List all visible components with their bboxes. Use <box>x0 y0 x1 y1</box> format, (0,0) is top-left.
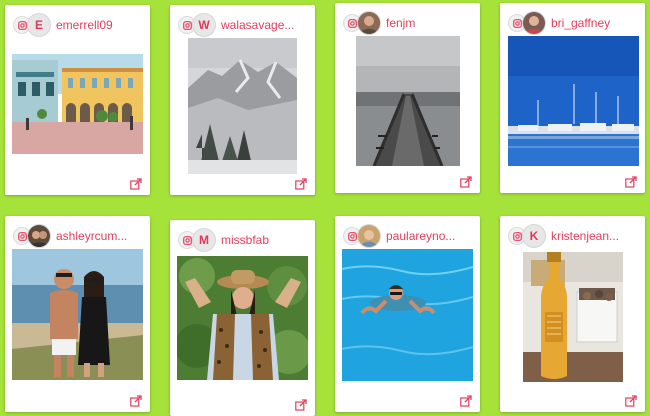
couple-on-beach-photo[interactable] <box>12 249 143 380</box>
username-link[interactable]: bri_gaffney <box>551 16 610 30</box>
username-link[interactable]: kristenjean... <box>551 229 619 243</box>
post-card[interactable]: ashleyrcum... <box>5 216 150 412</box>
avatar[interactable]: K <box>522 224 546 248</box>
username-link[interactable]: walasavage... <box>221 18 294 32</box>
avatar[interactable] <box>357 224 381 248</box>
username-link[interactable]: missbfab <box>221 233 269 247</box>
post-card[interactable]: bri_gaffney <box>500 3 645 193</box>
post-card[interactable]: E emerrell09 <box>5 5 150 195</box>
username-link[interactable]: emerrell09 <box>56 18 113 32</box>
card-header: fenjm <box>343 11 474 35</box>
share-icon[interactable] <box>295 398 307 411</box>
colorful-town-square-photo[interactable] <box>12 54 143 154</box>
bottle-and-boxes-photo[interactable] <box>523 252 623 382</box>
username-link[interactable]: fenjm <box>386 16 415 30</box>
avatar[interactable]: W <box>192 13 216 37</box>
card-header: E emerrell09 <box>13 13 144 37</box>
post-card[interactable]: M missbfab <box>170 220 315 416</box>
share-icon[interactable] <box>625 175 637 188</box>
marina-boats-photo[interactable] <box>508 36 639 166</box>
card-header: paulareyno... <box>343 224 474 248</box>
share-icon[interactable] <box>460 175 472 188</box>
avatar[interactable]: M <box>192 228 216 252</box>
card-header: K kristenjean... <box>508 224 639 248</box>
username-link[interactable]: ashleyrcum... <box>56 229 127 243</box>
post-card[interactable]: paulareyno... <box>335 216 480 412</box>
share-icon[interactable] <box>295 177 307 190</box>
share-icon[interactable] <box>130 394 142 407</box>
card-header: W walasavage... <box>178 13 309 37</box>
avatar[interactable] <box>27 224 51 248</box>
username-link[interactable]: paulareyno... <box>386 229 455 243</box>
avatar[interactable]: E <box>27 13 51 37</box>
wooden-pier-photo[interactable] <box>356 36 460 166</box>
card-header: ashleyrcum... <box>13 224 144 248</box>
swimming-pool-photo[interactable] <box>342 249 473 381</box>
share-icon[interactable] <box>625 394 637 407</box>
snowy-mountain-photo[interactable] <box>188 38 297 174</box>
woman-with-hat-photo[interactable] <box>177 256 308 380</box>
post-card[interactable]: fenjm <box>335 3 480 193</box>
share-icon[interactable] <box>130 177 142 190</box>
post-card[interactable]: W walasavage... <box>170 5 315 195</box>
avatar[interactable] <box>522 11 546 35</box>
card-header: M missbfab <box>178 228 309 252</box>
post-card[interactable]: K kristenjean... <box>500 216 645 412</box>
card-header: bri_gaffney <box>508 11 639 35</box>
share-icon[interactable] <box>460 394 472 407</box>
avatar[interactable] <box>357 11 381 35</box>
